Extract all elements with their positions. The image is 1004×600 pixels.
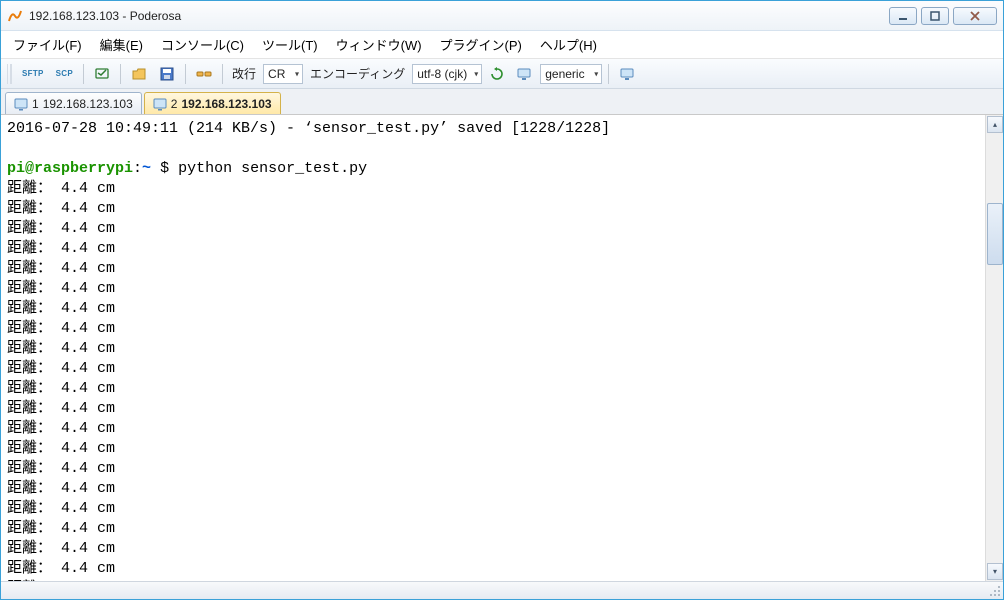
newline-label: 改行	[232, 65, 256, 82]
menu-plugin[interactable]: プラグイン(P)	[440, 35, 522, 54]
scroll-thumb[interactable]	[987, 203, 1003, 265]
separator	[185, 64, 186, 84]
separator	[608, 64, 609, 84]
scroll-down-button[interactable]: ▾	[987, 563, 1003, 580]
toolbar: SFTP SCP 改行 CR▾ エンコーディング utf-8 (cjk)▾ ge…	[1, 59, 1003, 89]
close-button[interactable]	[953, 7, 997, 25]
tab-index: 1	[32, 97, 39, 111]
window-controls	[889, 7, 997, 25]
refresh-button[interactable]	[486, 63, 508, 85]
scroll-up-button[interactable]: ▴	[987, 116, 1003, 133]
scp-button[interactable]: SCP	[52, 63, 77, 85]
open-button[interactable]	[127, 63, 151, 85]
app-window: 192.168.123.103 - Poderosa ファイル(F) 編集(E)…	[0, 0, 1004, 600]
menu-edit[interactable]: 編集(E)	[100, 35, 143, 54]
newline-select[interactable]: CR▾	[263, 64, 303, 84]
render-select[interactable]: generic▾	[540, 64, 602, 84]
app-icon	[7, 8, 23, 24]
menu-help[interactable]: ヘルプ(H)	[540, 35, 597, 54]
session-tab[interactable]: 2 192.168.123.103	[144, 92, 281, 114]
separator	[83, 64, 84, 84]
toolbar-handle[interactable]	[7, 64, 12, 84]
encoding-label: エンコーディング	[310, 65, 405, 82]
terminal-icon	[153, 97, 167, 111]
status-strip	[1, 581, 1003, 599]
separator	[222, 64, 223, 84]
tab-label: 192.168.123.103	[181, 97, 271, 111]
titlebar[interactable]: 192.168.123.103 - Poderosa	[1, 1, 1003, 31]
window-title: 192.168.123.103 - Poderosa	[29, 9, 889, 23]
separator	[120, 64, 121, 84]
session-tab[interactable]: 1 192.168.123.103	[5, 92, 142, 114]
disconnect-button[interactable]	[192, 63, 216, 85]
vertical-scrollbar[interactable]: ▴ ▾	[985, 115, 1003, 581]
menu-tool[interactable]: ツール(T)	[262, 35, 318, 54]
maximize-button[interactable]	[921, 7, 949, 25]
terminal-icon	[14, 97, 28, 111]
encoding-select[interactable]: utf-8 (cjk)▾	[412, 64, 482, 84]
save-button[interactable]	[155, 63, 179, 85]
terminal-area: 2016-07-28 10:49:11 (214 KB/s) - ‘sensor…	[1, 115, 1003, 581]
menu-console[interactable]: コンソール(C)	[161, 35, 244, 54]
tab-label: 192.168.123.103	[43, 97, 133, 111]
tab-bar: 1 192.168.123.1032 192.168.123.103	[1, 89, 1003, 115]
tab-index: 2	[171, 97, 178, 111]
resize-grip-icon[interactable]	[989, 585, 1001, 597]
connect-button[interactable]	[90, 63, 114, 85]
menubar: ファイル(F) 編集(E) コンソール(C) ツール(T) ウィンドウ(W) プ…	[1, 31, 1003, 59]
minimize-button[interactable]	[889, 7, 917, 25]
menu-window[interactable]: ウィンドウ(W)	[336, 35, 422, 54]
sftp-button[interactable]: SFTP	[18, 63, 48, 85]
menu-file[interactable]: ファイル(F)	[13, 35, 82, 54]
monitor-button[interactable]	[615, 63, 639, 85]
render-icon[interactable]	[512, 63, 536, 85]
terminal-output[interactable]: 2016-07-28 10:49:11 (214 KB/s) - ‘sensor…	[1, 115, 985, 581]
